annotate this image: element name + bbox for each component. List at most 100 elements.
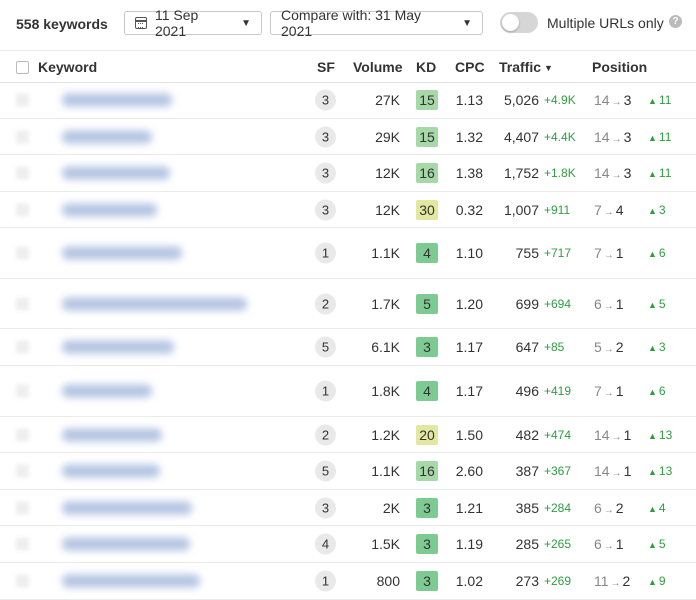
keyword-link-blurred[interactable]: [62, 537, 190, 551]
position-from: 5: [594, 339, 602, 355]
row-checkbox[interactable]: [16, 340, 29, 354]
compare-date-button[interactable]: Compare with: 31 May 2021 ▼: [270, 7, 483, 39]
row-checkbox[interactable]: [16, 93, 29, 107]
row-checkbox[interactable]: [16, 166, 29, 180]
position-to: 3: [623, 92, 632, 108]
position-to: 4: [615, 201, 624, 218]
sf-badge[interactable]: 1: [315, 380, 336, 402]
position-to: 1: [615, 245, 624, 261]
keyword-link-blurred[interactable]: [62, 384, 152, 398]
keyword-link-blurred[interactable]: [62, 501, 192, 514]
sf-badge[interactable]: 5: [315, 460, 336, 482]
position-to: 2: [615, 339, 624, 355]
keyword-link-blurred[interactable]: [62, 166, 170, 180]
row-checkbox[interactable]: [16, 574, 29, 588]
column-header-position[interactable]: Position: [592, 59, 647, 75]
date-picker-button[interactable]: 11 Sep 2021 ▼: [124, 7, 262, 39]
chevron-down-icon: ▼: [462, 17, 472, 29]
arrow-right-icon: →: [603, 541, 614, 552]
sf-badge[interactable]: 1: [315, 242, 336, 264]
table-row[interactable]: 1 800 3 1.02 273 +269 11 → 2 ▲ 9: [0, 563, 696, 600]
arrow-up-icon: ▲: [648, 577, 657, 587]
position-change: 5 → 2: [594, 339, 624, 355]
column-header-volume[interactable]: Volume: [353, 59, 403, 75]
table-row[interactable]: 3 12K 30 0.32 1,007 +911 7 → 4 ▲ 3: [0, 192, 696, 228]
column-header-sf[interactable]: SF: [317, 59, 335, 75]
arrow-up-icon: ▲: [648, 299, 657, 310]
cpc-value: 1.20: [455, 295, 483, 312]
keyword-count: 558 keywords: [16, 16, 108, 32]
table-row[interactable]: 1 1.8K 4 1.17 496 +419 7 → 1 ▲ 6: [0, 366, 696, 417]
keyword-link-blurred[interactable]: [62, 297, 247, 310]
arrow-up-icon: ▲: [648, 430, 657, 441]
position-delta: ▲ 13: [648, 464, 672, 478]
table-row[interactable]: 3 2K 3 1.21 385 +284 6 → 2 ▲ 4: [0, 490, 696, 526]
row-checkbox[interactable]: [16, 203, 29, 216]
position-delta-value: 3: [658, 202, 666, 217]
table-row[interactable]: 5 1.1K 16 2.60 387 +367 14 → 1 ▲ 13: [0, 453, 696, 490]
row-checkbox[interactable]: [16, 464, 29, 478]
position-to: 1: [615, 295, 624, 312]
toolbar: 558 keywords 11 Sep 2021 ▼ Compare with:…: [0, 0, 696, 48]
table-row[interactable]: 3 29K 15 1.32 4,407 +4.4K 14 → 3 ▲ 11: [0, 119, 696, 155]
traffic-value: 387: [515, 463, 539, 479]
table-row[interactable]: 3 12K 16 1.38 1,752 +1.8K 14 → 3 ▲ 11: [0, 155, 696, 192]
volume-value: 1.8K: [371, 383, 400, 399]
kd-badge: 30: [416, 199, 438, 220]
table-row[interactable]: 5 6.1K 3 1.17 647 +85 5 → 2 ▲ 3: [0, 329, 696, 366]
arrow-right-icon: →: [611, 97, 622, 108]
table-row[interactable]: 2 1.2K 20 1.50 482 +474 14 → 1 ▲ 13: [0, 417, 696, 453]
table-row[interactable]: 2 1.7K 5 1.20 699 +694 6 → 1 ▲ 5: [0, 279, 696, 329]
column-header-kd[interactable]: KD: [416, 59, 436, 75]
row-checkbox[interactable]: [16, 501, 29, 514]
sf-badge[interactable]: 1: [315, 570, 336, 592]
row-checkbox[interactable]: [16, 384, 29, 398]
sf-badge[interactable]: 3: [315, 89, 336, 111]
row-checkbox[interactable]: [16, 428, 29, 441]
column-header-cpc[interactable]: CPC: [455, 59, 485, 75]
column-header-traffic[interactable]: Traffic ▼: [499, 59, 553, 75]
arrow-right-icon: →: [603, 250, 614, 261]
keyword-link-blurred[interactable]: [62, 130, 152, 143]
volume-value: 6.1K: [371, 339, 400, 355]
row-checkbox[interactable]: [16, 130, 29, 143]
row-checkbox[interactable]: [16, 297, 29, 310]
position-to: 3: [623, 128, 632, 145]
position-from: 6: [594, 295, 602, 312]
column-header-keyword[interactable]: Keyword: [38, 59, 97, 75]
sf-badge[interactable]: 3: [315, 497, 336, 518]
position-from: 14: [594, 165, 610, 181]
sf-badge[interactable]: 2: [315, 424, 336, 445]
table-row[interactable]: 4 1.5K 3 1.19 285 +265 6 → 1 ▲ 5: [0, 526, 696, 563]
sf-badge[interactable]: 3: [315, 199, 336, 220]
cpc-value: 1.38: [455, 165, 483, 181]
row-checkbox[interactable]: [16, 246, 29, 260]
sf-badge[interactable]: 4: [315, 533, 336, 555]
sf-badge[interactable]: 5: [315, 336, 336, 358]
cpc-value: 0.32: [455, 201, 483, 218]
sf-badge[interactable]: 2: [315, 293, 336, 314]
cpc-value: 1.21: [455, 499, 483, 516]
row-checkbox[interactable]: [16, 537, 29, 551]
keyword-link-blurred[interactable]: [62, 428, 162, 441]
sf-badge[interactable]: 3: [315, 162, 336, 184]
keyword-link-blurred[interactable]: [62, 246, 182, 260]
kd-badge: 16: [416, 461, 438, 481]
position-to: 2: [615, 499, 624, 516]
keyword-link-blurred[interactable]: [62, 203, 157, 216]
keyword-link-blurred[interactable]: [62, 574, 200, 588]
table-row[interactable]: 1 1.1K 4 1.10 755 +717 7 → 1 ▲ 6: [0, 228, 696, 279]
table-row[interactable]: 3 27K 15 1.13 5,026 +4.9K 14 → 3 ▲ 11: [0, 82, 696, 119]
arrow-right-icon: →: [611, 133, 622, 145]
multiple-urls-toggle[interactable]: [500, 12, 538, 33]
sf-badge[interactable]: 3: [315, 126, 336, 147]
keyword-link-blurred[interactable]: [62, 340, 174, 354]
position-delta: ▲ 11: [648, 93, 671, 107]
keyword-link-blurred[interactable]: [62, 93, 172, 107]
help-icon[interactable]: ?: [669, 15, 682, 28]
keyword-link-blurred[interactable]: [62, 464, 160, 478]
kd-badge: 3: [416, 571, 438, 591]
select-all-checkbox[interactable]: [16, 61, 29, 74]
volume-value: 1.2K: [371, 426, 400, 443]
volume-value: 1.1K: [371, 245, 400, 261]
